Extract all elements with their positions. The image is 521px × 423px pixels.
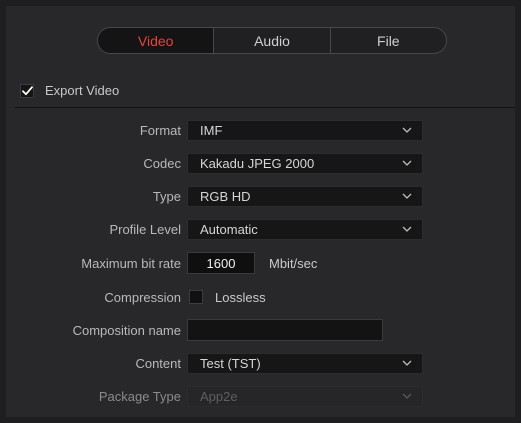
chevron-down-icon: [402, 393, 412, 399]
content-row: Content Test (TST): [6, 352, 515, 374]
format-label: Format: [139, 122, 181, 138]
composition-name-label: Composition name: [72, 322, 181, 338]
composition-name-row: Composition name: [6, 319, 515, 341]
type-label: Type: [152, 188, 181, 204]
bit-rate-unit: Mbit/sec: [269, 255, 318, 271]
codec-value: Kakadu JPEG 2000: [200, 155, 315, 171]
profile-level-value: Automatic: [200, 221, 258, 237]
compression-label: Compression: [104, 289, 181, 305]
type-row: Type RGB HD: [6, 185, 515, 207]
tab-file[interactable]: File: [329, 28, 446, 53]
export-video-checkbox[interactable]: [20, 83, 34, 98]
tab-audio[interactable]: Audio: [213, 28, 329, 53]
type-select[interactable]: RGB HD: [187, 185, 423, 207]
codec-select[interactable]: Kakadu JPEG 2000: [187, 152, 423, 174]
chevron-down-icon: [402, 127, 412, 133]
type-value: RGB HD: [200, 188, 251, 204]
max-bit-rate-label: Maximum bit rate: [81, 255, 181, 271]
render-settings-panel: Video Audio File Export Video Format IMF…: [6, 6, 515, 417]
codec-label: Codec: [143, 155, 181, 171]
package-type-value: App2e: [200, 388, 238, 404]
profile-level-row: Profile Level Automatic: [6, 218, 515, 240]
lossless-label: Lossless: [215, 289, 266, 305]
max-bit-rate-row: Maximum bit rate 1600 Mbit/sec: [6, 252, 515, 274]
section-divider: [15, 107, 515, 108]
profile-level-label: Profile Level: [109, 221, 181, 237]
content-select[interactable]: Test (TST): [187, 352, 423, 374]
format-select[interactable]: IMF: [187, 119, 423, 141]
format-row: Format IMF: [6, 119, 515, 141]
format-value: IMF: [200, 122, 223, 138]
export-video-label: Export Video: [45, 83, 120, 98]
chevron-down-icon: [402, 360, 412, 366]
codec-row: Codec Kakadu JPEG 2000: [6, 152, 515, 174]
composition-name-input[interactable]: [187, 319, 383, 341]
package-type-row: Package Type App2e: [6, 385, 515, 407]
package-type-select: App2e: [187, 385, 423, 407]
tab-video[interactable]: Video: [98, 28, 214, 53]
compression-row: Compression Lossless: [6, 286, 515, 308]
package-type-label: Package Type: [98, 388, 181, 404]
lossless-checkbox[interactable]: [189, 290, 203, 304]
settings-tab-bar: Video Audio File: [97, 27, 447, 54]
content-value: Test (TST): [200, 355, 261, 371]
content-label: Content: [135, 355, 181, 371]
checkmark-icon: [21, 85, 33, 95]
profile-level-select[interactable]: Automatic: [187, 218, 423, 240]
chevron-down-icon: [402, 193, 412, 199]
chevron-down-icon: [402, 226, 412, 232]
max-bit-rate-input[interactable]: 1600: [187, 252, 255, 274]
export-video-row: Export Video: [20, 83, 119, 98]
chevron-down-icon: [402, 160, 412, 166]
